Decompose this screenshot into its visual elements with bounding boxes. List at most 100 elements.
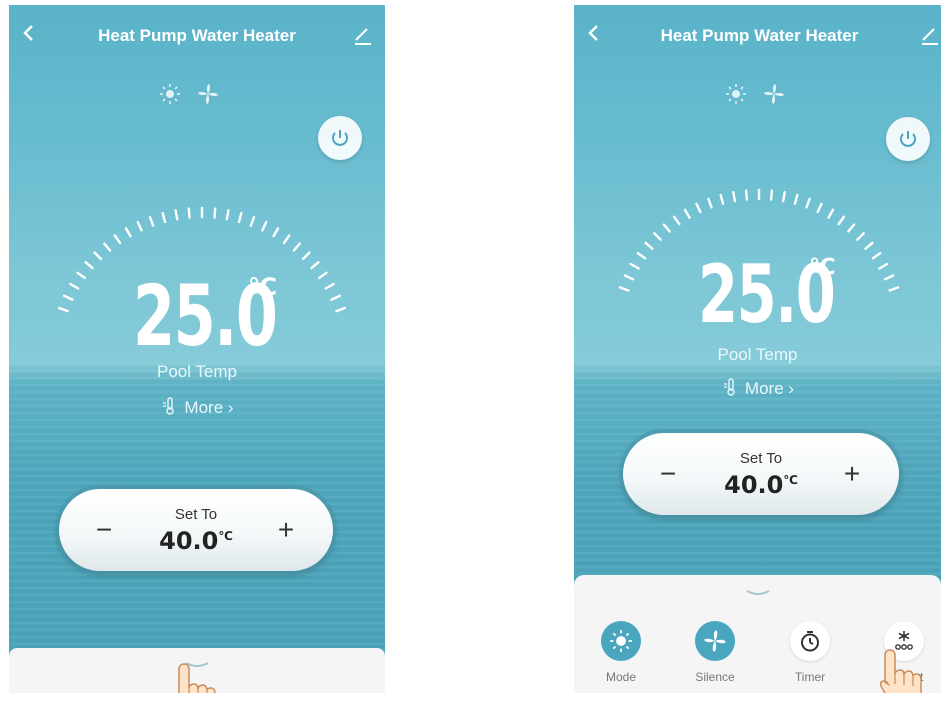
dial-tick xyxy=(816,202,823,214)
sun-icon xyxy=(160,84,180,104)
timer-icon xyxy=(801,631,819,652)
function-timer-button[interactable]: Timer xyxy=(780,621,840,684)
dial-tick xyxy=(161,211,167,224)
function-mode-button[interactable]: Mode xyxy=(591,621,651,684)
dial-tick xyxy=(330,294,341,301)
thermometer-icon xyxy=(723,378,735,396)
power-icon xyxy=(332,130,348,146)
dial-tick xyxy=(174,209,179,221)
silence-icon-circle xyxy=(695,621,735,661)
dial-tick xyxy=(282,234,291,245)
dial-tick xyxy=(69,282,80,290)
set-temperature-number: 40.0 xyxy=(159,527,219,555)
dial-tick xyxy=(225,209,230,221)
dial-tick xyxy=(744,189,749,201)
more-label: More xyxy=(744,379,784,398)
pencil-icon xyxy=(922,28,938,45)
function-silence-button[interactable]: Silence xyxy=(685,621,745,684)
tap-hand-icon xyxy=(879,649,922,693)
power-button[interactable] xyxy=(318,116,362,160)
dial-tick xyxy=(636,251,647,260)
dial-tick xyxy=(883,274,895,281)
page-title: Heat Pump Water Heater xyxy=(98,26,296,45)
dial-tick xyxy=(653,232,662,241)
set-temperature-number: 40.0 xyxy=(724,471,784,499)
dial-tick xyxy=(187,207,191,219)
dial-tick xyxy=(618,286,630,292)
dial-tick xyxy=(732,190,737,203)
edit-button[interactable] xyxy=(919,25,941,49)
dial-tick xyxy=(148,215,155,227)
dial-tick xyxy=(103,242,112,252)
more-link[interactable]: More › xyxy=(9,396,385,418)
status-icons xyxy=(159,83,219,105)
status-icons xyxy=(725,83,785,105)
dial-tick xyxy=(719,193,725,205)
dial-tick xyxy=(827,208,835,219)
top-nav: Heat Pump Water Heater xyxy=(574,21,941,51)
increase-button[interactable]: + xyxy=(269,514,303,546)
dial-tick xyxy=(781,190,786,203)
dial-tick xyxy=(324,282,335,290)
dial-tick xyxy=(136,220,143,232)
chevron-right-icon: › xyxy=(227,398,234,417)
dial-tick xyxy=(93,251,103,261)
dial-tick xyxy=(213,207,217,219)
chevron-right-icon: › xyxy=(788,379,795,398)
power-button[interactable] xyxy=(886,117,930,161)
dial-tick xyxy=(292,242,301,252)
dial-tick xyxy=(837,215,846,226)
dial-tick xyxy=(623,274,635,281)
current-temp-label: Pool Temp xyxy=(717,345,798,364)
dial-tick xyxy=(707,197,713,209)
page-title: Heat Pump Water Heater xyxy=(660,26,859,45)
set-temperature-control: − Set To 40.0℃ + xyxy=(59,489,333,571)
function-timer-label: Timer xyxy=(794,670,826,684)
dial-tick xyxy=(301,251,311,261)
dial-tick xyxy=(237,211,243,224)
phone-screen-open-drawer: Heat Pump Water Heater 25.0 ℃ Pool Temp … xyxy=(574,5,941,693)
dial-tick xyxy=(58,306,69,313)
current-temperature-unit: ℃ xyxy=(809,255,836,280)
drawer-handle-icon[interactable] xyxy=(745,589,771,597)
dial-tick xyxy=(864,241,874,250)
fan-icon xyxy=(764,84,784,104)
dial-tick xyxy=(261,220,268,232)
power-icon xyxy=(900,131,916,147)
phone-screen-closed-drawer: Heat Pump Water Heater 25.0 ℃ Pool Temp … xyxy=(9,5,385,693)
dial-tick xyxy=(317,271,328,280)
dial-tick xyxy=(335,306,346,313)
dial-tick xyxy=(84,261,94,270)
fan-icon xyxy=(198,84,218,104)
set-temperature-unit: ℃ xyxy=(783,473,798,487)
dial-tick xyxy=(769,189,774,201)
edit-button[interactable] xyxy=(352,25,376,49)
set-temperature-control: − Set To 40.0℃ + xyxy=(623,433,899,515)
more-link[interactable]: More › xyxy=(574,377,941,399)
current-temperature-unit: ℃ xyxy=(248,273,278,301)
dial-tick xyxy=(249,215,256,227)
dial-tick xyxy=(272,227,280,238)
tap-hand-icon xyxy=(178,663,216,693)
pencil-icon xyxy=(355,28,371,45)
thermometer-icon xyxy=(163,397,175,415)
fan-icon xyxy=(704,630,726,652)
dial-tick xyxy=(856,232,865,241)
set-temperature-unit: ℃ xyxy=(218,529,233,543)
dial-tick xyxy=(871,251,882,260)
dial-tick xyxy=(63,294,74,301)
increase-button[interactable]: + xyxy=(835,458,869,490)
dial-tick xyxy=(113,234,122,245)
more-label: More xyxy=(184,398,224,417)
dial-tick xyxy=(629,262,640,270)
sun-icon xyxy=(726,84,746,104)
function-mode-label: Mode xyxy=(605,670,637,684)
dial-tick xyxy=(888,286,900,292)
dial-tick xyxy=(793,193,799,205)
dial-tick xyxy=(805,197,811,209)
mode-icon-circle xyxy=(601,621,641,661)
top-nav: Heat Pump Water Heater xyxy=(9,21,385,51)
dial-tick xyxy=(672,215,681,226)
sun-icon xyxy=(610,630,632,652)
dial-tick xyxy=(124,227,132,238)
